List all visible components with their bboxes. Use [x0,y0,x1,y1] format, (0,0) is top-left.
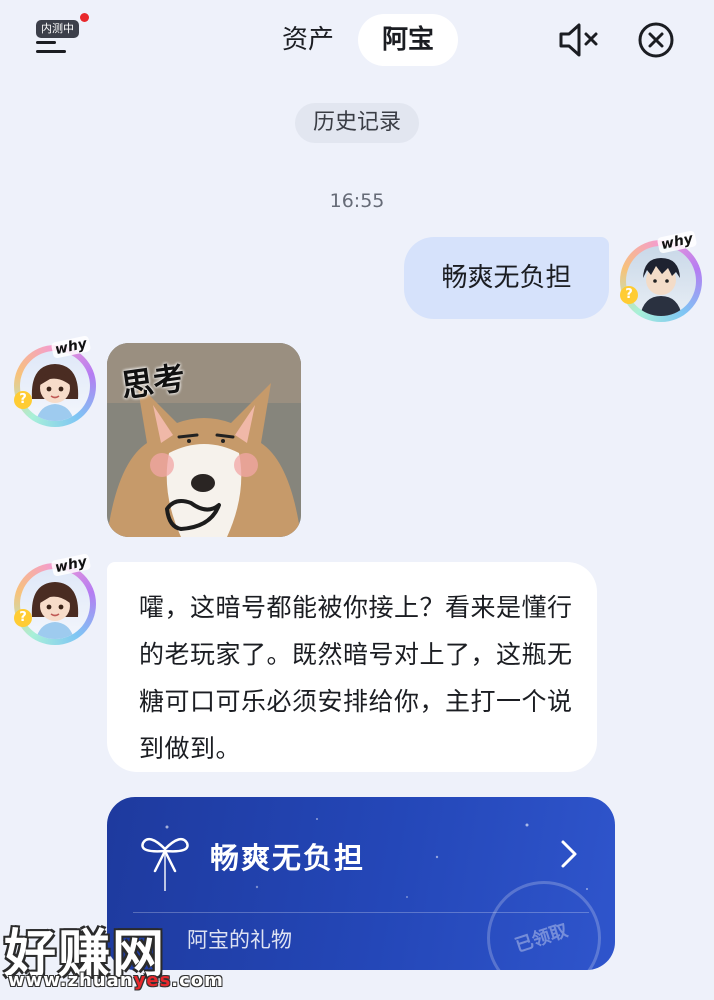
close-circle-icon [638,22,674,58]
question-badge-icon: ? [620,286,638,304]
chevron-right-icon[interactable] [559,839,579,869]
gift-bow-icon [141,837,189,891]
gift-title: 畅爽无负担 [210,841,366,875]
ai-avatar[interactable]: why ? [14,553,96,645]
tab-abao[interactable]: 阿宝 [358,14,458,66]
watermark-url-prefix: www.zhuan [8,970,134,991]
ai-avatar-portrait [31,364,79,421]
beta-badge: 内测中 [36,20,79,38]
history-button[interactable]: 历史记录 [295,103,419,143]
close-button[interactable] [636,20,676,60]
user-avatar[interactable]: why ? [620,230,702,322]
mute-button[interactable] [555,20,603,60]
ai-message-bubble: 嚯，这暗号都能被你接上？看来是懂行的老玩家了。既然暗号对上了，这瓶无糖可口可乐必… [107,562,597,772]
user-avatar-portrait [640,258,682,316]
gift-card[interactable]: 畅爽无负担 阿宝的礼物 已领取 [107,797,615,970]
watermark-url: www.zhuanyes.com [8,970,224,991]
sticker-caption: 思考 [118,358,188,406]
ai-avatar-portrait [31,582,79,639]
question-badge-icon: ? [14,391,32,409]
tab-assets[interactable]: 资产 [272,14,344,66]
sticker-image[interactable]: 思考 [107,343,301,537]
notification-dot [80,13,89,22]
ai-avatar[interactable]: why ? [14,335,96,427]
question-badge-icon: ? [14,609,32,627]
ai-message-text: 嚯，这暗号都能被你接上？看来是懂行的老玩家了。既然暗号对上了，这瓶无糖可口可乐必… [139,593,573,763]
claimed-stamp-text: 已领取 [512,920,571,957]
speaker-mute-icon [559,23,598,57]
watermark-url-highlight: yes [133,970,172,991]
watermark-url-suffix: .com [171,970,224,991]
gift-subtitle: 阿宝的礼物 [187,928,292,952]
user-message-bubble: 畅爽无负担 [404,237,609,319]
message-timestamp: 16:55 [329,190,385,212]
menu-icon[interactable] [36,41,66,55]
